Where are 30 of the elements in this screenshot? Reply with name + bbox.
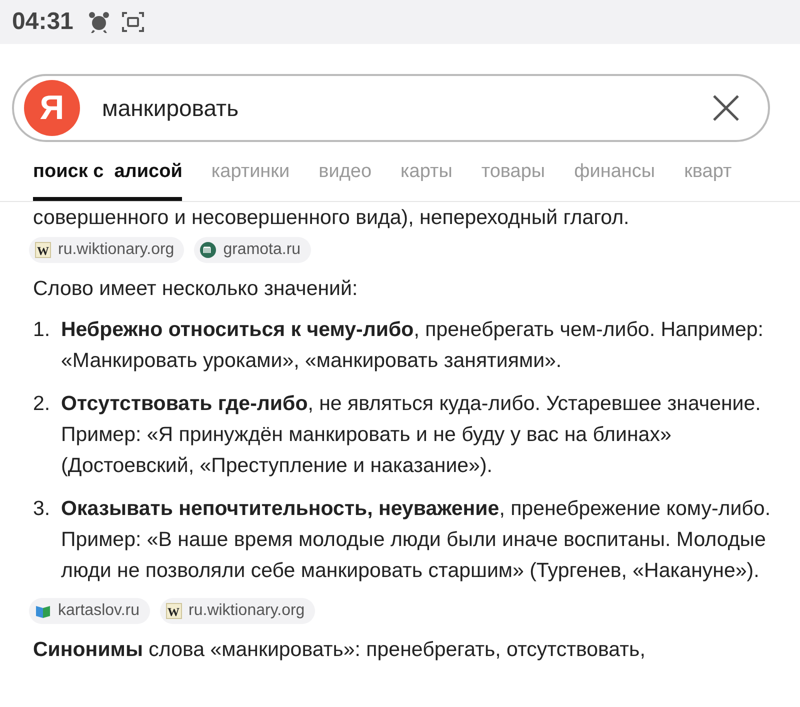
definition-text: Отсутствовать где-либо, не являться куда-либо. Устаревшее значение. Пример: «Я принуждён манкировать и не буду у вас на блинах» (Достоевский, «Преступление и наказание»). bbox=[61, 391, 762, 479]
source-link[interactable]: gramota.ru bbox=[194, 237, 311, 263]
list-number: 2. bbox=[33, 391, 51, 417]
definition-text: Оказывать непочтительность, неуважение, пренебрежение кому-либо. Пример: «В наше время молодые люди были иначе воспитаны. Молодые люди не позволяли себе манкировать старшим» (Тургенев, «Накануне»). bbox=[61, 496, 772, 584]
alarm-icon bbox=[87, 10, 112, 34]
close-icon[interactable] bbox=[712, 94, 740, 122]
source-link[interactable]: W ru.wiktionary.org bbox=[29, 237, 184, 263]
tab[interactable]: карты bbox=[400, 160, 452, 201]
site-logo-icon bbox=[200, 242, 216, 258]
heading-text: Слово имеет несколько значений: bbox=[33, 276, 359, 302]
search-field[interactable]: Я манкировать bbox=[12, 74, 770, 142]
tab[interactable]: товары bbox=[481, 160, 546, 201]
paragraph: Синонимы слова «манкировать»: пренебрегать, отсутствовать, bbox=[33, 637, 646, 663]
tab[interactable]: финансы bbox=[574, 160, 656, 201]
tab[interactable]: видео bbox=[318, 160, 372, 201]
source-link[interactable]: kartaslov.ru bbox=[29, 598, 150, 624]
source-link[interactable]: W ru.wiktionary.org bbox=[160, 598, 315, 624]
tab[interactable]: поиск с алисой bbox=[33, 160, 182, 201]
definition-text: Небрежно относиться к чему-либо, пренебрегать чем-либо. Например: «Манкировать уроками», «манкировать занятиями». bbox=[61, 317, 764, 374]
book-icon bbox=[35, 603, 51, 619]
wiki-icon: W bbox=[166, 603, 182, 619]
paragraph: совершенного и несовершенного вида), непереходный глагол. bbox=[33, 205, 630, 231]
wiki-icon: W bbox=[35, 242, 51, 258]
clock-time: 04:31 bbox=[12, 8, 74, 36]
logo[interactable]: Я bbox=[24, 80, 80, 136]
list-number: 3. bbox=[33, 496, 51, 522]
tab[interactable]: картинки bbox=[211, 160, 290, 201]
tab[interactable]: кварт bbox=[684, 160, 732, 201]
list-number: 1. bbox=[33, 317, 51, 343]
screenshot-icon bbox=[121, 10, 146, 34]
